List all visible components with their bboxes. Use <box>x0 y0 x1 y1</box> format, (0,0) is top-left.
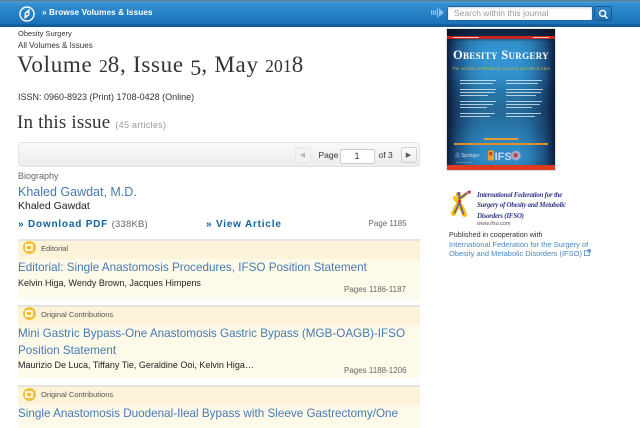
svg-text:IFS: IFS <box>495 151 512 162</box>
